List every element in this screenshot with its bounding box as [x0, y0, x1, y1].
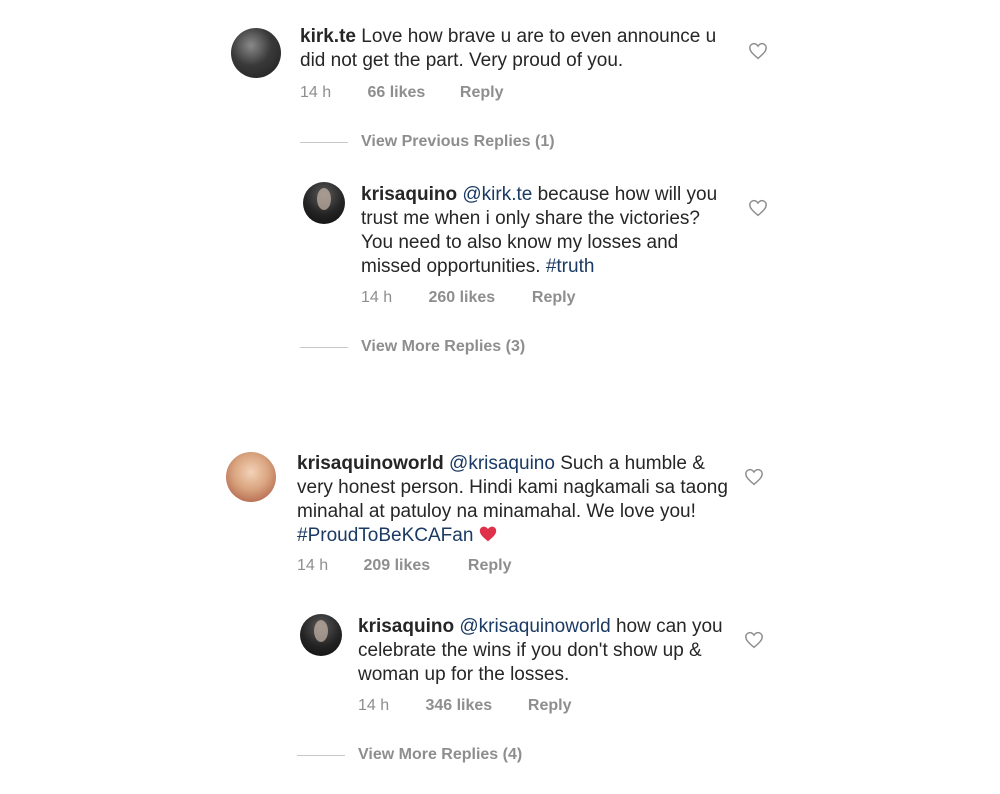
divider-line: [300, 142, 348, 143]
heart-outline-icon[interactable]: [748, 199, 768, 217]
comment-body: kirk.te Love how brave u are to even ann…: [300, 25, 730, 73]
reply-button[interactable]: Reply: [460, 84, 504, 102]
mention-link[interactable]: @krisaquinoworld: [459, 616, 610, 637]
hashtag-link[interactable]: #ProudToBeKCAFan: [297, 525, 473, 546]
mention-link[interactable]: @kirk.te: [462, 184, 532, 205]
view-previous-replies-button[interactable]: View Previous Replies (1): [361, 133, 555, 151]
divider-line: [297, 755, 345, 756]
red-heart-icon: [480, 526, 497, 542]
avatar[interactable]: [231, 28, 281, 78]
likes-count[interactable]: 66 likes: [367, 84, 455, 102]
avatar[interactable]: [303, 182, 345, 224]
timestamp: 14 h: [297, 557, 329, 574]
comment-body: krisaquino @krisaquinoworld how can you …: [358, 615, 728, 687]
timestamp: 14 h: [361, 289, 393, 306]
comment-meta: 14 h 260 likes Reply: [361, 289, 575, 307]
likes-count[interactable]: 346 likes: [425, 697, 523, 715]
heart-outline-icon[interactable]: [744, 468, 764, 486]
heart-outline-icon[interactable]: [748, 42, 768, 60]
view-more-replies-button[interactable]: View More Replies (4): [358, 746, 522, 764]
comment-meta: 14 h 209 likes Reply: [297, 557, 511, 575]
reply-button[interactable]: Reply: [532, 289, 576, 307]
comment-body: krisaquinoworld @krisaquino Such a humbl…: [297, 452, 732, 548]
likes-count[interactable]: 260 likes: [428, 289, 527, 307]
comment-text: Love how brave u are to even announce u …: [300, 26, 717, 71]
timestamp: 14 h: [358, 697, 390, 714]
timestamp: 14 h: [300, 84, 332, 101]
avatar[interactable]: [226, 452, 276, 502]
reply-button[interactable]: Reply: [468, 557, 512, 575]
username[interactable]: kirk.te: [300, 26, 356, 47]
heart-outline-icon[interactable]: [744, 631, 764, 649]
comment-body: krisaquino @kirk.te because how will you…: [361, 183, 726, 279]
view-more-replies-button[interactable]: View More Replies (3): [361, 338, 525, 356]
username[interactable]: krisaquino: [361, 184, 457, 205]
comment-meta: 14 h 346 likes Reply: [358, 697, 571, 715]
divider-line: [300, 347, 348, 348]
likes-count[interactable]: 209 likes: [363, 557, 463, 575]
mention-link[interactable]: @krisaquino: [449, 453, 555, 474]
hashtag-link[interactable]: #truth: [546, 256, 595, 277]
reply-button[interactable]: Reply: [528, 697, 572, 715]
avatar[interactable]: [300, 614, 342, 656]
comment-meta: 14 h 66 likes Reply: [300, 84, 503, 102]
username[interactable]: krisaquino: [358, 616, 454, 637]
username[interactable]: krisaquinoworld: [297, 453, 444, 474]
